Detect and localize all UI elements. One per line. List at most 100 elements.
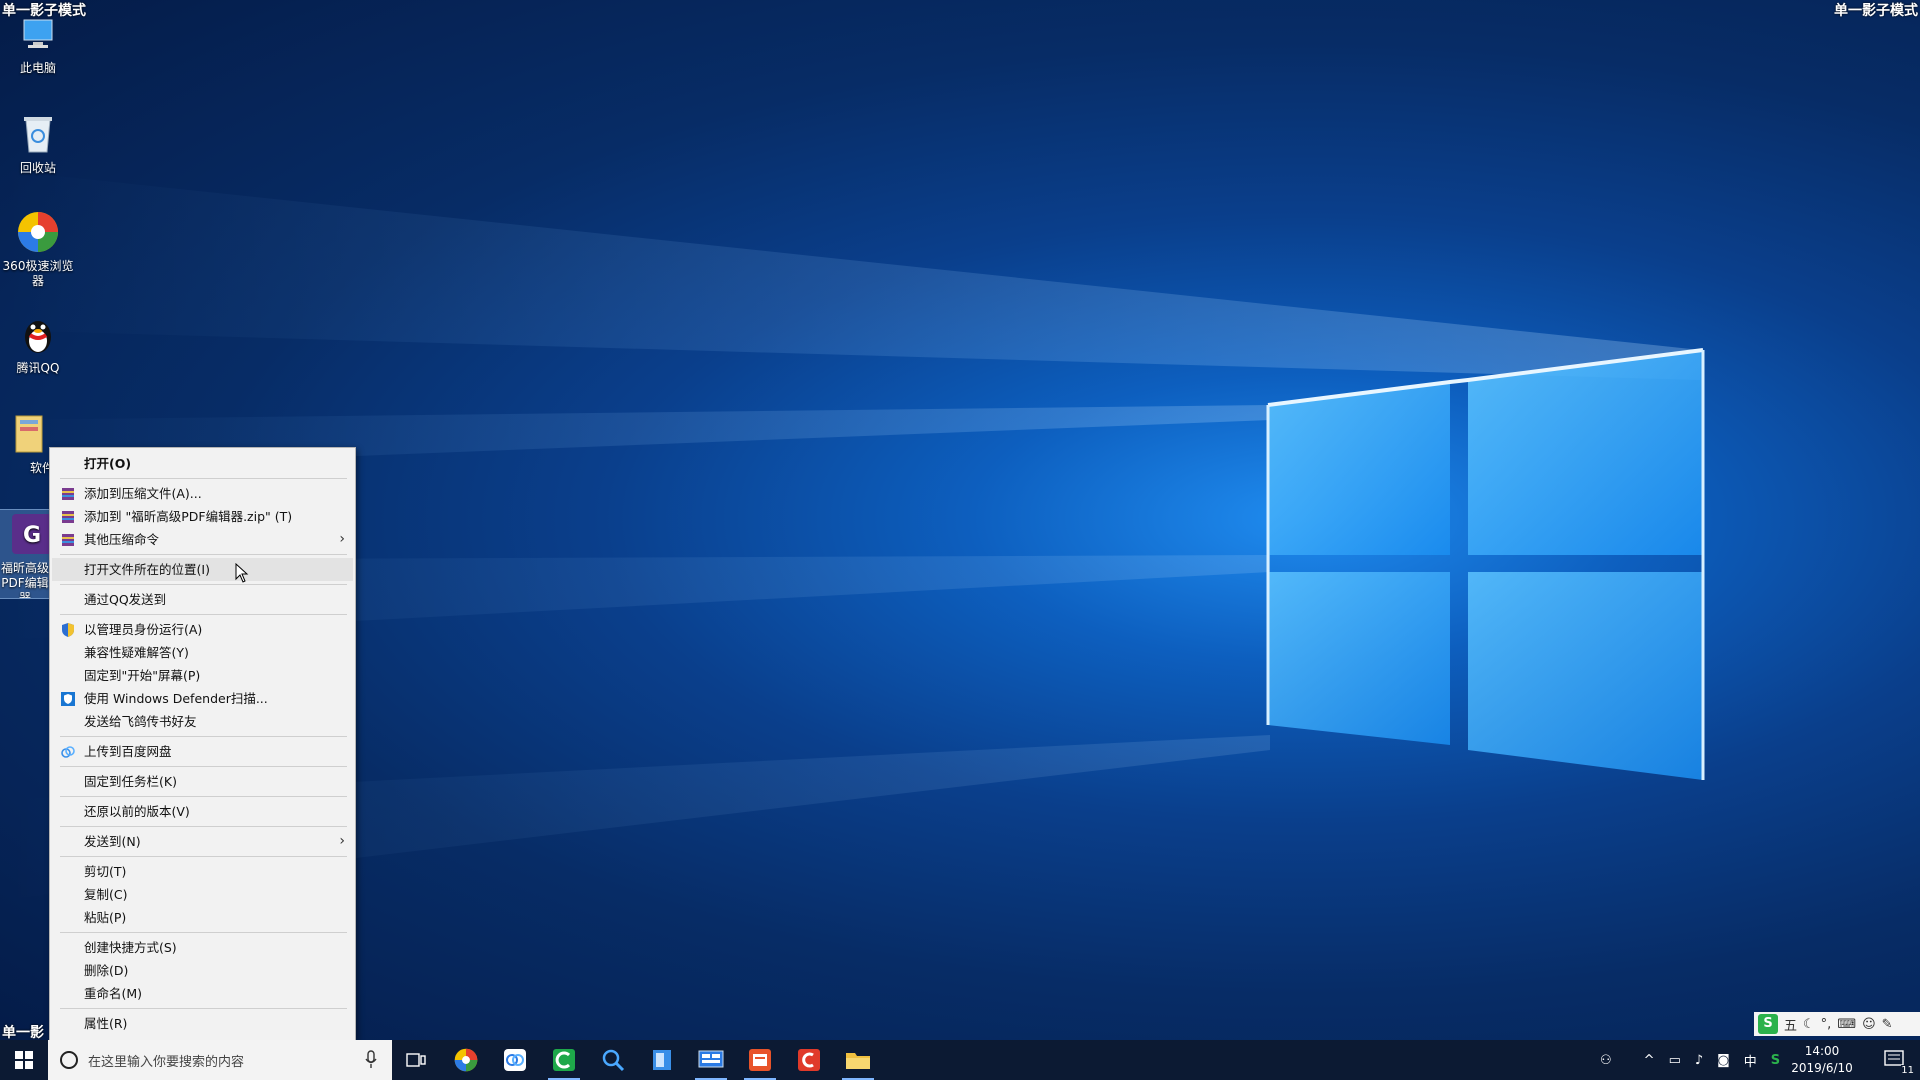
menu-item-cut[interactable]: 剪切(T) — [50, 860, 355, 883]
microphone-icon[interactable] — [364, 1050, 378, 1070]
wrench-icon[interactable]: ✎ — [1882, 1017, 1893, 1032]
menu-item-label: 上传到百度网盘 — [84, 744, 172, 759]
menu-item-label: 添加到压缩文件(A)... — [84, 486, 202, 501]
computer-icon — [14, 10, 62, 58]
control-panel-icon[interactable] — [687, 1040, 735, 1080]
defender-icon — [61, 692, 75, 706]
menu-item-label: 兼容性疑难解答(Y) — [84, 645, 189, 660]
punctuation-icon[interactable]: °, — [1821, 1017, 1832, 1032]
menu-item-add-to-zip[interactable]: 添加到 "福昕高级PDF编辑器.zip" (T) — [50, 505, 355, 528]
menu-item-paste[interactable]: 粘贴(P) — [50, 906, 355, 929]
menu-separator — [60, 478, 347, 479]
menu-item-send-feige[interactable]: 发送给飞鸽传书好友 — [50, 710, 355, 733]
browser-360-icon[interactable] — [442, 1040, 490, 1080]
menu-item-run-as-admin[interactable]: 以管理员身份运行(A) — [50, 618, 355, 641]
menu-item-label: 删除(D) — [84, 963, 129, 978]
menu-item-rename[interactable]: 重命名(M) — [50, 982, 355, 1005]
clock-date: 2019/6/10 — [1791, 1061, 1853, 1075]
desktop-icon-foxit-pdf-editor[interactable]: G 福昕高级PDF编辑器 — [0, 509, 51, 599]
menu-item-defender-scan[interactable]: 使用 Windows Defender扫描... — [50, 687, 355, 710]
menu-item-label: 通过QQ发送到 — [84, 592, 167, 607]
menu-item-delete[interactable]: 删除(D) — [50, 959, 355, 982]
uac-shield-icon — [62, 623, 74, 637]
ime-toolbar[interactable]: S 五 ☾ °, ⌨ ☺ ✎ — [1754, 1012, 1920, 1036]
foxit-reader-icon[interactable] — [736, 1040, 784, 1080]
menu-item-label: 添加到 "福昕高级PDF编辑器.zip" (T) — [84, 509, 293, 524]
network-icon[interactable]: ▭ — [1669, 1053, 1681, 1068]
taskbar-clock[interactable]: 14:00 2019/6/10 — [1782, 1043, 1862, 1077]
menu-item-open[interactable]: 打开(O) — [50, 452, 355, 475]
clock-time: 14:00 — [1804, 1044, 1840, 1058]
desktop-icon-recycle-bin[interactable]: 回收站 — [0, 110, 76, 176]
moon-icon[interactable]: ☾ — [1803, 1017, 1815, 1032]
menu-item-add-to-archive[interactable]: 添加到压缩文件(A)... — [50, 482, 355, 505]
menu-item-label: 粘贴(P) — [84, 910, 127, 925]
menu-separator — [60, 796, 347, 797]
search-app-icon[interactable] — [589, 1040, 637, 1080]
menu-item-label: 固定到"开始"屏幕(P) — [84, 668, 201, 683]
menu-item-properties[interactable]: 属性(R) — [50, 1012, 355, 1035]
desktop-icon-qq[interactable]: 腾讯QQ — [0, 310, 76, 376]
desktop-icon-label: 福昕高级PDF编辑器 — [0, 561, 49, 598]
menu-item-label: 还原以前的版本(V) — [84, 804, 190, 819]
desktop-icon-label: 回收站 — [19, 161, 56, 175]
sogou-tray-icon[interactable]: S — [1771, 1053, 1780, 1068]
menu-separator — [60, 736, 347, 737]
menu-item-pin-to-taskbar[interactable]: 固定到任务栏(K) — [50, 770, 355, 793]
people-icon[interactable]: ⚇ — [1600, 1053, 1612, 1068]
notification-count-badge: 11 — [1901, 1065, 1914, 1076]
windows-logo-icon — [15, 1051, 33, 1069]
desktop-icon-label: 360极速浏览器 — [2, 259, 74, 288]
notepad-icon[interactable] — [638, 1040, 686, 1080]
qq-icon — [14, 310, 62, 358]
menu-separator — [60, 614, 347, 615]
menu-item-pin-to-start[interactable]: 固定到"开始"屏幕(P) — [50, 664, 355, 687]
menu-item-label: 以管理员身份运行(A) — [84, 622, 203, 637]
desktop-icon-360-browser[interactable]: 360极速浏览器 — [0, 208, 76, 289]
menu-item-label: 属性(R) — [84, 1016, 128, 1031]
menu-item-restore-previous[interactable]: 还原以前的版本(V) — [50, 800, 355, 823]
menu-item-other-compress[interactable]: 其他压缩命令 › — [50, 528, 355, 551]
menu-item-upload-baidu[interactable]: 上传到百度网盘 — [50, 740, 355, 763]
start-button[interactable] — [0, 1040, 48, 1080]
winrar-icon — [62, 511, 74, 523]
menu-item-open-file-location[interactable]: 打开文件所在的位置(I) — [52, 558, 353, 583]
camtasia-icon[interactable] — [540, 1040, 588, 1080]
photos-icon[interactable] — [491, 1040, 539, 1080]
menu-separator — [60, 584, 347, 585]
sogou-logo-icon: S — [1758, 1014, 1778, 1034]
menu-item-label: 打开文件所在的位置(I) — [84, 562, 210, 577]
desktop-icon-this-pc[interactable]: 此电脑 — [0, 10, 76, 76]
menu-item-send-to[interactable]: 发送到(N) › — [50, 830, 355, 853]
ime-mode-label[interactable]: 五 — [1784, 1015, 1797, 1034]
snagit-icon[interactable] — [785, 1040, 833, 1080]
context-menu: 打开(O) 添加到压缩文件(A)... 添加到 "福昕高级PDF编辑器.zip"… — [49, 447, 356, 1041]
user-icon[interactable]: ☺ — [1862, 1017, 1876, 1032]
volume-icon[interactable]: ♪ — [1695, 1053, 1703, 1068]
taskbar-search-box[interactable]: 在这里输入你要搜索的内容 — [48, 1040, 392, 1080]
menu-separator — [60, 856, 347, 857]
task-view-icon[interactable] — [392, 1040, 440, 1080]
menu-separator — [60, 1008, 347, 1009]
action-center-button[interactable]: 11 — [1880, 1048, 1914, 1076]
winrar-icon — [62, 488, 74, 500]
mouse-cursor-icon — [235, 563, 249, 583]
menu-item-send-via-qq[interactable]: 通过QQ发送到 — [50, 588, 355, 611]
keyboard-icon[interactable]: ⌨ — [1837, 1017, 1856, 1032]
qq-tray-icon[interactable]: ◙ — [1717, 1053, 1730, 1068]
desktop-icon-label: 此电脑 — [19, 61, 56, 75]
menu-item-label: 发送到(N) — [84, 834, 141, 849]
desktop-icon-label: 腾讯QQ — [16, 361, 60, 375]
menu-separator — [60, 766, 347, 767]
menu-item-label: 重命名(M) — [84, 986, 143, 1001]
menu-item-compat-troubleshoot[interactable]: 兼容性疑难解答(Y) — [50, 641, 355, 664]
menu-separator — [60, 932, 347, 933]
ime-language-indicator[interactable]: 中 — [1744, 1051, 1757, 1070]
menu-separator — [60, 826, 347, 827]
submenu-arrow-icon: › — [339, 833, 345, 849]
file-explorer-icon[interactable] — [834, 1040, 882, 1080]
svg-text:G: G — [23, 523, 41, 548]
tray-expand-chevron-icon[interactable]: ^ — [1644, 1053, 1655, 1068]
menu-item-copy[interactable]: 复制(C) — [50, 883, 355, 906]
menu-item-create-shortcut[interactable]: 创建快捷方式(S) — [50, 936, 355, 959]
